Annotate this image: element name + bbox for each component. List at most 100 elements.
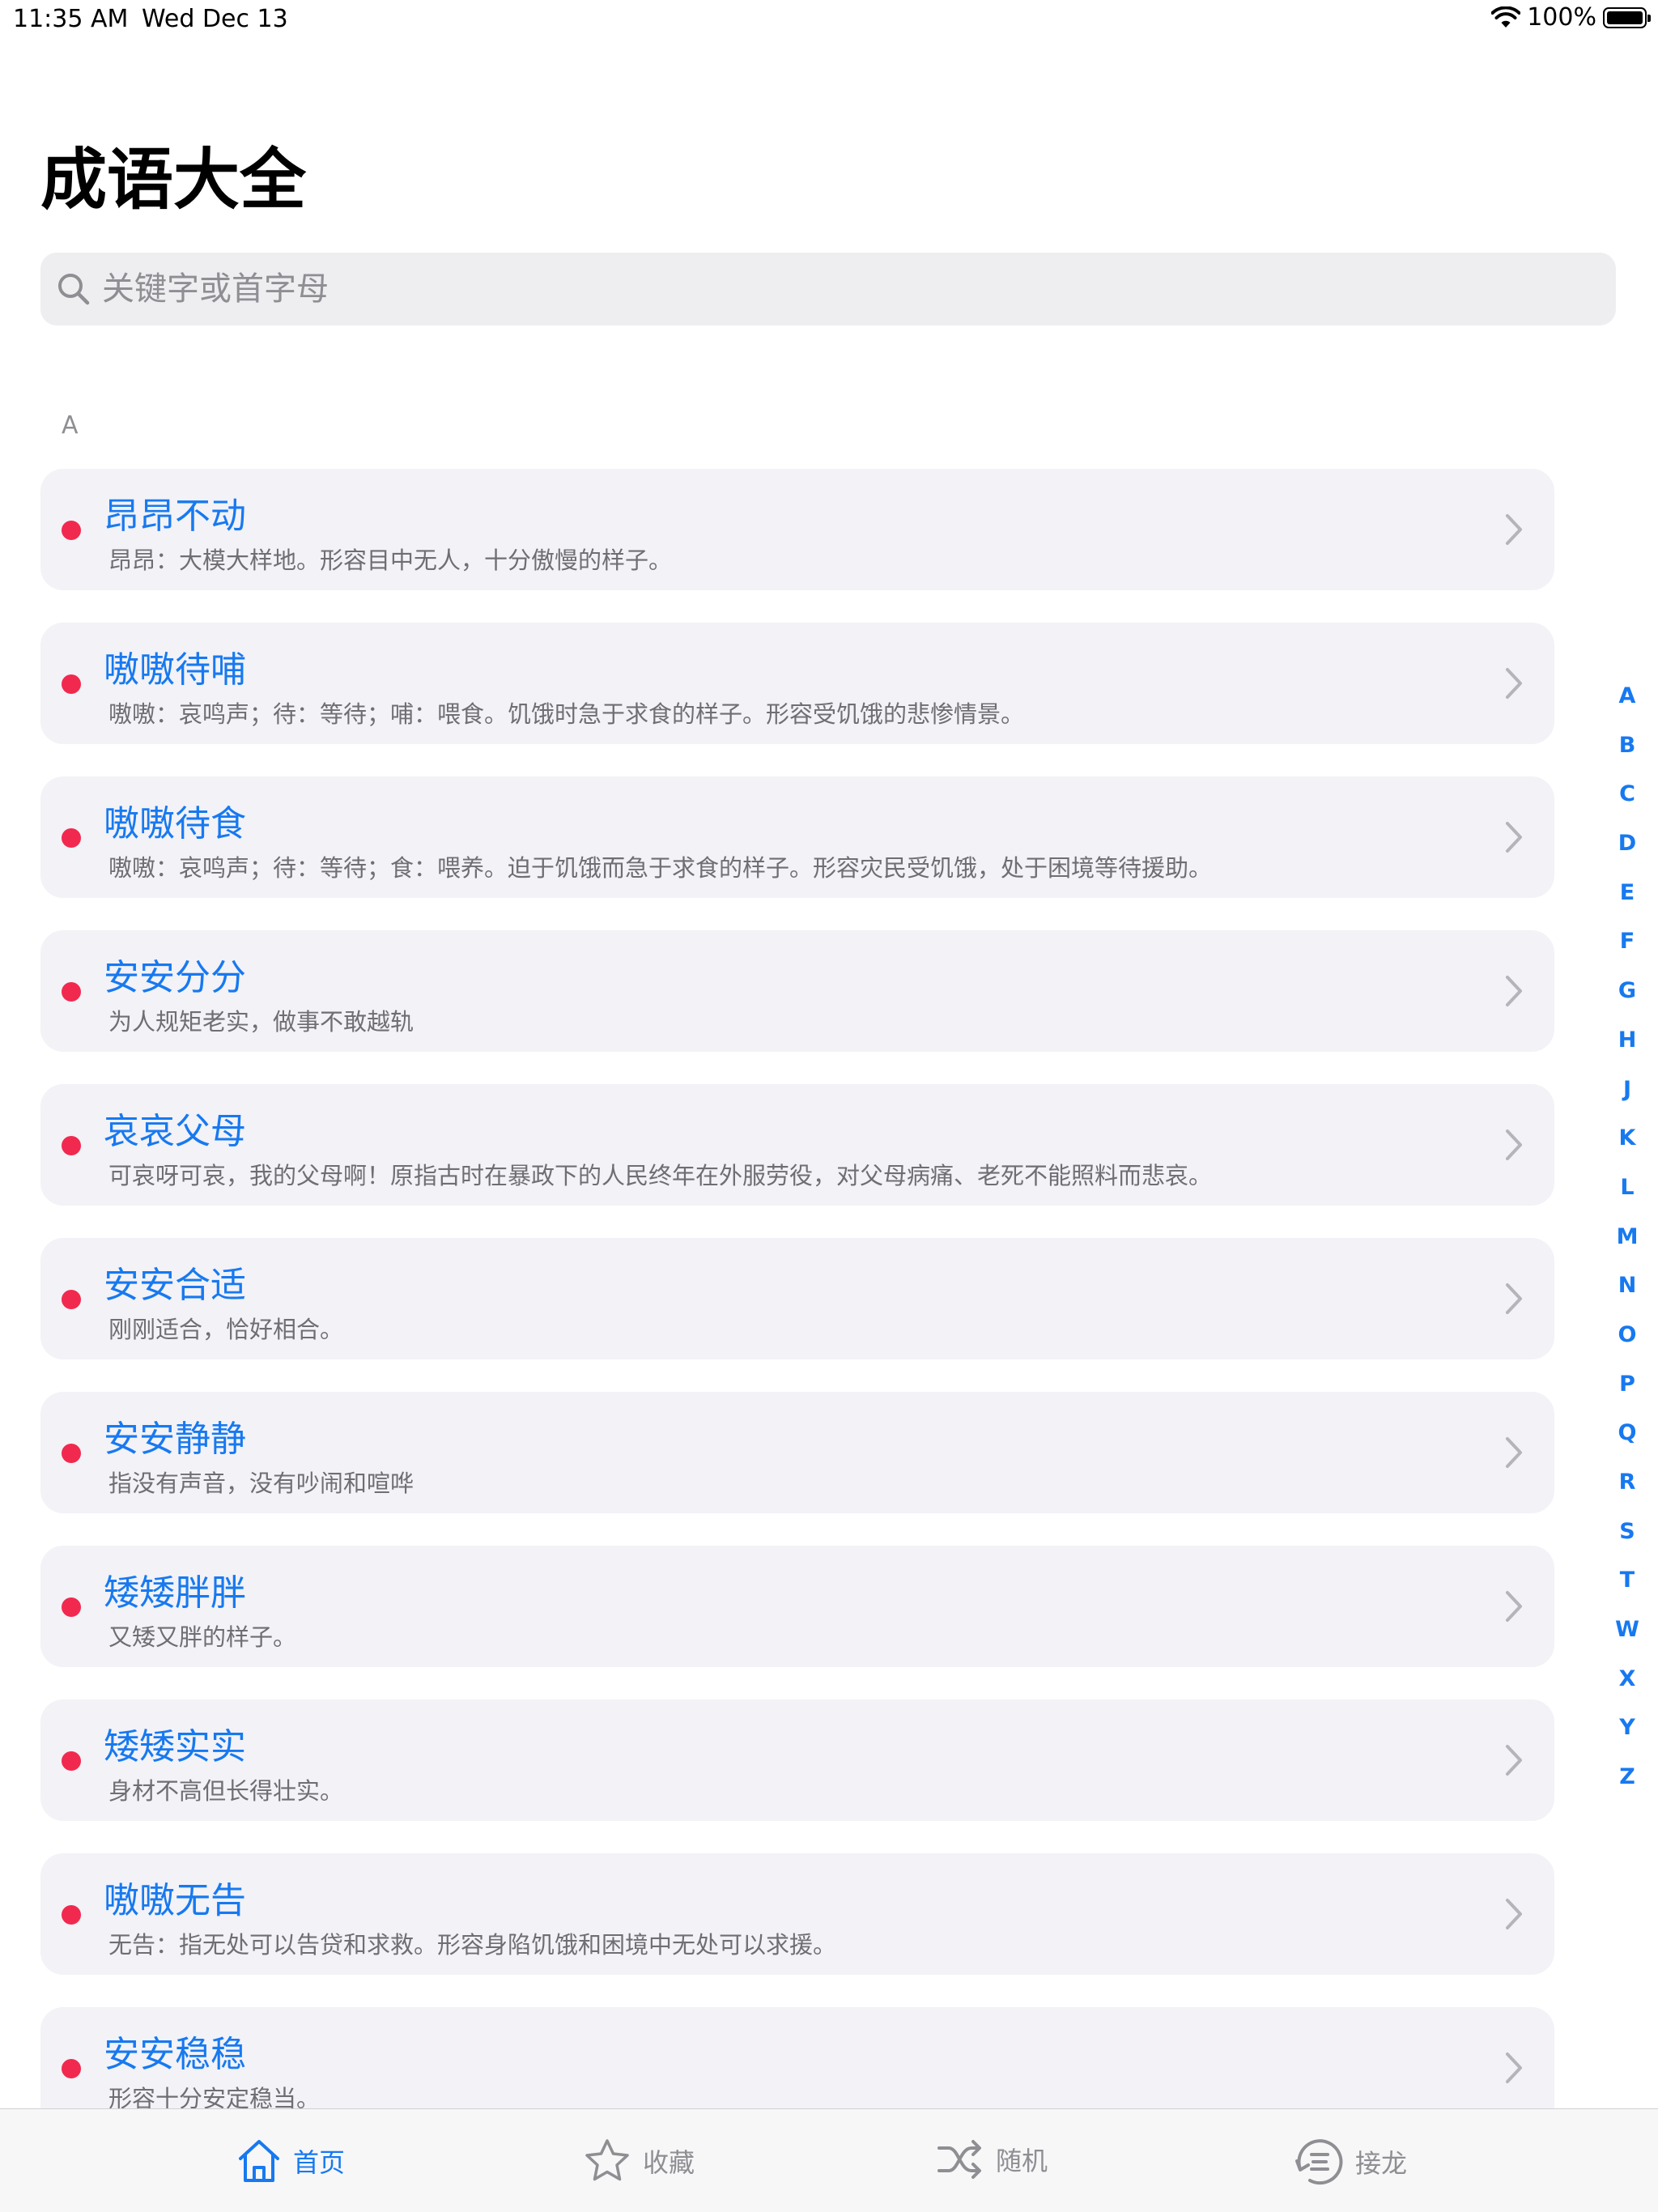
idiom-title: 安安稳稳 [104, 2034, 246, 2075]
unread-dot-icon [62, 1905, 81, 1925]
idiom-row[interactable]: 嗷嗷待食嗷嗷：哀鸣声；待：等待；食：喂养。迫于饥饿而急于求食的样子。形容灾民受饥… [40, 776, 1554, 898]
chevron-right-icon [1504, 820, 1524, 854]
search-input[interactable] [100, 270, 1561, 308]
screen: 11:35 AM Wed Dec 13 100% 成语大全 A [0, 0, 1658, 2212]
status-indicators: 100% [1491, 3, 1651, 32]
idiom-row[interactable]: 昂昂不动昂昂：大模大样地。形容目中无人，十分傲慢的样子。 [40, 469, 1554, 590]
idiom-title: 嗷嗷待食 [104, 803, 246, 844]
index-letter[interactable]: N [1611, 1270, 1643, 1319]
page-title: 成语大全 [40, 142, 307, 219]
index-letter[interactable]: H [1611, 1024, 1643, 1074]
idiom-title: 嗷嗷无告 [104, 1880, 246, 1921]
index-letter[interactable]: W [1611, 1614, 1643, 1663]
index-letter[interactable]: F [1611, 925, 1643, 975]
idiom-list: 昂昂不动 昂昂：大模大样地。形容目中无人，十分傲慢的样子。 嗷嗷待哺 嗷嗷：哀鸣声；待… [40, 469, 1554, 2161]
unread-dot-icon [62, 674, 81, 694]
index-letter[interactable]: E [1611, 877, 1643, 926]
tab-chain[interactable]: 接龙 [1292, 2137, 1407, 2187]
unread-dot-icon [62, 1290, 81, 1309]
idiom-title: 安安合适 [104, 1265, 246, 1306]
chevron-right-icon [1504, 666, 1524, 700]
index-letter[interactable]: Z [1611, 1761, 1643, 1810]
search-icon [57, 272, 91, 306]
search-bar[interactable] [40, 253, 1616, 325]
unread-dot-icon [62, 982, 81, 1002]
home-icon [236, 2137, 282, 2185]
idiom-title: 矮矮实实 [104, 1726, 246, 1767]
index-letter[interactable]: O [1611, 1319, 1643, 1368]
tab-favorites[interactable]: 收藏 [583, 2137, 695, 2185]
idiom-title: 嗷嗷待哺 [104, 649, 246, 691]
unread-dot-icon [62, 2059, 81, 2078]
idiom-title: 哀哀父母 [104, 1111, 246, 1152]
unread-dot-icon [62, 1444, 81, 1463]
index-letter[interactable]: D [1611, 827, 1643, 877]
idiom-row[interactable]: 嗷嗷无告 无告：指无处可以告贷和求救。形容身陷饥饿和困境中无处可以求援。 [40, 1853, 1554, 1975]
idiom-definition: 又矮又胖的样子。 [108, 1623, 297, 1651]
chevron-right-icon [1504, 513, 1524, 547]
index-letter[interactable]: A [1611, 680, 1643, 730]
index-letter[interactable]: Q [1611, 1417, 1643, 1466]
idiom-row[interactable]: 矮矮胖胖又矮又胖的样子。 [40, 1546, 1554, 1667]
chevron-right-icon [1504, 1589, 1524, 1623]
status-time: 11:35 AM [13, 5, 129, 33]
idiom-definition: 指没有声音，没有吵闹和喧哗 [108, 1470, 414, 1497]
index-letter[interactable]: M [1611, 1221, 1643, 1270]
idiom-definition: 昂昂：大模大样地。形容目中无人，十分傲慢的样子。 [108, 547, 673, 574]
idiom-definition: 嗷嗷：哀鸣声；待：等待；食：喂养。迫于饥饿而急于求食的样子。形容灾民受饥饿，处于… [108, 854, 1213, 882]
tab-random-label: 随机 [996, 2146, 1048, 2176]
idiom-title: 昂昂不动 [104, 496, 246, 537]
index-letter[interactable]: B [1611, 730, 1643, 779]
wifi-icon [1491, 6, 1521, 29]
index-letter[interactable]: C [1611, 778, 1643, 827]
idiom-definition: 可哀呀可哀，我的父母啊！原指古时在暴政下的人民终年在外服劳役，对父母病痛、老死不… [108, 1162, 1213, 1189]
tab-favorites-label: 收藏 [643, 2147, 695, 2178]
idiom-row[interactable]: 安安静静指没有声音，没有吵闹和喧哗 [40, 1392, 1554, 1513]
chevron-right-icon [1504, 1743, 1524, 1777]
tab-random[interactable]: 随机 [936, 2137, 1048, 2182]
alphabet-index[interactable]: ABCDEFGHJKLMNOPQRSTWXYZ [1611, 680, 1643, 1810]
status-bar: 11:35 AM Wed Dec 13 100% [0, 0, 1658, 39]
chevron-right-icon [1504, 1436, 1524, 1470]
idiom-row[interactable]: 安安合适 刚刚适合，恰好相合。 [40, 1238, 1554, 1359]
tab-bar: 首页 收藏 随机 接龙 [0, 2108, 1658, 2212]
chevron-right-icon [1504, 974, 1524, 1008]
chevron-right-icon [1504, 2051, 1524, 2085]
star-icon [583, 2137, 631, 2185]
idiom-row[interactable]: 安安分分为人规矩老实，做事不敢越轨 [40, 930, 1554, 1052]
index-letter[interactable]: P [1611, 1368, 1643, 1418]
list-icon [1292, 2137, 1344, 2187]
chevron-right-icon [1504, 1282, 1524, 1316]
chevron-right-icon [1504, 1897, 1524, 1931]
index-letter[interactable]: Y [1611, 1712, 1643, 1761]
section-header: A [62, 411, 79, 440]
tab-home[interactable]: 首页 [236, 2137, 345, 2185]
idiom-title: 安安分分 [104, 957, 246, 998]
unread-dot-icon [62, 521, 81, 540]
idiom-row[interactable]: 嗷嗷待哺 嗷嗷：哀鸣声；待：等待；哺：喂食。饥饿时急于求食的样子。形容受饥饿的悲惨… [40, 623, 1554, 744]
shuffle-icon [936, 2137, 984, 2182]
status-date: Wed Dec 13 [142, 5, 288, 33]
idiom-definition: 身材不高但长得壮实。 [108, 1777, 344, 1805]
unread-dot-icon [62, 1751, 81, 1771]
index-letter[interactable]: G [1611, 975, 1643, 1024]
idiom-definition: 为人规矩老实，做事不敢越轨 [108, 1008, 414, 1036]
index-letter[interactable]: T [1611, 1564, 1643, 1614]
idiom-title: 安安静静 [104, 1419, 246, 1460]
idiom-title: 矮矮胖胖 [104, 1572, 246, 1614]
index-letter[interactable]: R [1611, 1466, 1643, 1516]
unread-dot-icon [62, 828, 81, 848]
battery-icon [1603, 6, 1651, 28]
index-letter[interactable]: J [1611, 1074, 1643, 1123]
tab-home-label: 首页 [293, 2147, 346, 2178]
tab-chain-label: 接龙 [1355, 2148, 1408, 2179]
idiom-row[interactable]: 哀哀父母可哀呀可哀，我的父母啊！原指古时在暴政下的人民终年在外服劳役，对父母病痛… [40, 1084, 1554, 1206]
idiom-row[interactable]: 矮矮实实身材不高但长得壮实。 [40, 1699, 1554, 1821]
unread-dot-icon [62, 1136, 81, 1155]
unread-dot-icon [62, 1597, 81, 1617]
index-letter[interactable]: S [1611, 1516, 1643, 1565]
index-letter[interactable]: K [1611, 1122, 1643, 1172]
index-letter[interactable]: L [1611, 1172, 1643, 1221]
battery-percentage: 100% [1527, 3, 1596, 32]
index-letter[interactable]: X [1611, 1663, 1643, 1712]
